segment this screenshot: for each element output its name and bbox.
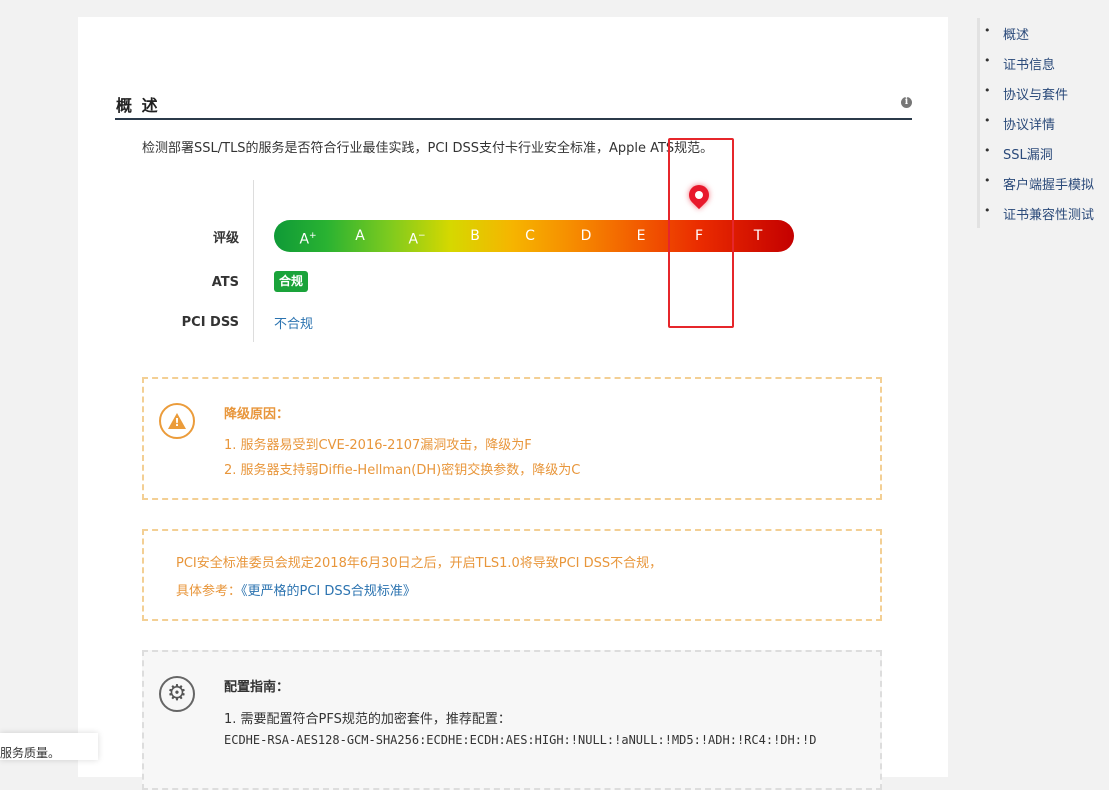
toc-item-overview[interactable]: 概述 xyxy=(984,24,1029,43)
pci-label: PCI DSS xyxy=(181,315,239,330)
pci-notice-panel: PCI安全标准委员会规定2018年6月30日之后，开启TLS1.0将导致PCI … xyxy=(142,529,882,621)
downgrade-reason-2: 2. 服务器支持弱Diffie-Hellman(DH)密钥交换参数，降级为C xyxy=(224,463,581,478)
grade-t: T xyxy=(753,228,763,244)
grade-a-minus: A− xyxy=(408,231,426,248)
warning-icon: ! xyxy=(159,403,195,439)
ats-status-badge: 合规 xyxy=(274,271,309,292)
floating-toast: 服务质量。 xyxy=(0,733,98,760)
pci-notice-text: PCI安全标准委员会规定2018年6月30日之后，开启TLS1.0将导致PCI … xyxy=(176,556,663,571)
grade-c: C xyxy=(525,228,535,244)
pci-status-link[interactable]: 不合规 xyxy=(274,313,313,332)
gear-icon: ⚙ xyxy=(159,676,195,712)
section-title: 概 述 xyxy=(116,96,160,115)
guide-title: 配置指南： xyxy=(224,680,290,695)
pci-reference-prefix: 具体参考： xyxy=(176,584,242,599)
grade-summary: 评级 A+ A A− B C D E F T ATS 合规 PCI DSS 不合… xyxy=(78,138,948,345)
ats-label: ATS xyxy=(211,275,239,290)
toc-item-certificate[interactable]: 证书信息 xyxy=(984,54,1055,73)
info-icon[interactable]: i xyxy=(901,97,912,108)
toast-text: 服务质量。 xyxy=(0,746,61,760)
overview-description: 检测部署SSL/TLS的服务是否符合行业最佳实践，PCI DSS支付卡行业安全标… xyxy=(142,141,714,156)
section-header: 概 述 i xyxy=(115,91,912,120)
downgrade-reason-panel: ! 降级原因： 1. 服务器易受到CVE-2016-2107漏洞攻击，降级为F … xyxy=(142,377,882,500)
downgrade-title: 降级原因： xyxy=(224,407,290,422)
grade-label: 评级 xyxy=(212,231,239,246)
grade-b: B xyxy=(470,228,480,244)
toc-item-client-handshake[interactable]: 客户端握手模拟 xyxy=(984,174,1094,193)
pci-notice-reference: 具体参考：《更严格的PCI DSS合规标准》 xyxy=(176,580,416,599)
highlight-box xyxy=(668,138,734,328)
toc-item-ssl-vulns[interactable]: SSL漏洞 xyxy=(984,144,1053,163)
grade-a: A xyxy=(355,228,365,244)
guide-step-1: 1. 需要配置符合PFS规范的加密套件，推荐配置： xyxy=(224,712,511,727)
cipher-config-code: ECDHE-RSA-AES128-GCM-SHA256:ECDHE:ECDH:A… xyxy=(224,733,817,747)
divider xyxy=(253,180,254,342)
report-card: 概 述 i 检测部署SSL/TLS的服务是否符合行业最佳实践，PCI DSS支付… xyxy=(78,17,948,790)
toc-item-protocols[interactable]: 协议与套件 xyxy=(984,84,1068,103)
config-guide-panel: ⚙ 配置指南： 1. 需要配置符合PFS规范的加密套件，推荐配置： ECDHE-… xyxy=(142,650,882,790)
grade-a-plus: A+ xyxy=(299,231,317,248)
toc-item-cert-compat[interactable]: 证书兼容性测试 xyxy=(984,204,1094,223)
toc-item-protocol-details[interactable]: 协议详情 xyxy=(984,114,1055,133)
table-of-contents: 概述 证书信息 协议与套件 协议详情 SSL漏洞 客户端握手模拟 证书兼容性测试 xyxy=(977,18,1109,228)
grade-d: D xyxy=(580,228,592,244)
downgrade-reason-1: 1. 服务器易受到CVE-2016-2107漏洞攻击，降级为F xyxy=(224,438,532,453)
pci-standard-link[interactable]: 《更严格的PCI DSS合规标准》 xyxy=(241,584,416,599)
grade-e: E xyxy=(636,228,646,244)
